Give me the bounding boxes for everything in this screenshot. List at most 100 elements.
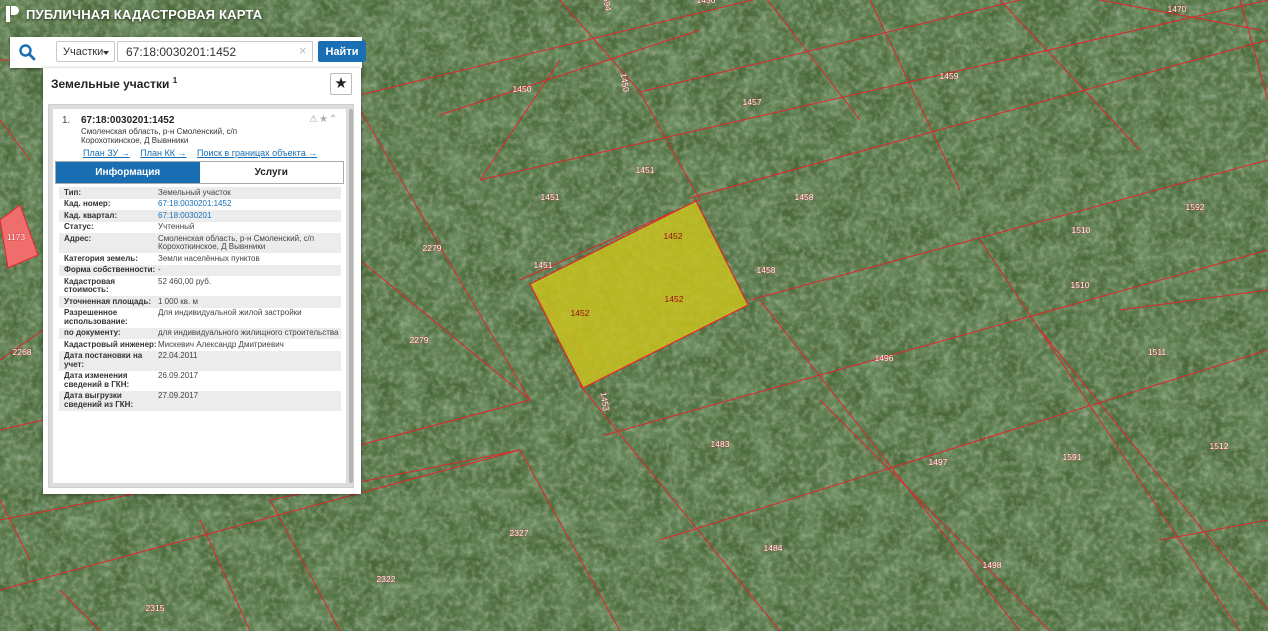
attribute-value: - <box>158 265 161 274</box>
attribute-value: Мискевич Александр Дмитриевич <box>158 339 284 349</box>
tab-services[interactable]: Услуги <box>199 162 343 183</box>
panel-title: Земельные участки 1 <box>51 76 177 91</box>
attribute-table: Тип: Земельный участок Кад. номер: 67:18:00… <box>59 187 341 411</box>
parcel-label: 1497 <box>929 457 948 467</box>
attribute-key: Дата постановки на учет: <box>64 351 143 369</box>
results-count: 1 <box>172 76 178 85</box>
parcel-label: 1451 <box>541 192 560 202</box>
attribute-row: Разрешенное использование: Для индивидуал… <box>59 308 341 328</box>
attribute-value: 52 460,00 руб. <box>158 276 212 286</box>
attribute-value: 22.04.2011 <box>158 351 198 360</box>
attribute-key: Уточненная площадь: <box>64 296 152 306</box>
parcel-label: 1450 <box>513 84 532 94</box>
parcel-label: 1457 <box>743 97 762 107</box>
attribute-value: Земли населённых пунктов <box>158 253 260 263</box>
result-action-icons[interactable]: ⚠★⌃ <box>309 114 338 125</box>
results-list: 1. 67:18:0030201:1452 Смоленская область… <box>48 104 354 488</box>
parcel-label: 1459 <box>940 71 959 81</box>
attribute-row: по документу: для индивидуального жилищно… <box>59 327 341 339</box>
attribute-key: Дата выгрузки сведений из ГКН: <box>64 391 134 409</box>
bookmark-button[interactable]: ★ <box>330 73 352 95</box>
parcel-label: 1451 <box>534 260 553 270</box>
result-card: 1. 67:18:0030201:1452 Смоленская область… <box>53 109 346 483</box>
parcel-label: 1592 <box>1186 202 1205 212</box>
parcel-label: 1458 <box>795 192 814 202</box>
attribute-value: 26.09.2017 <box>158 371 199 380</box>
plan-kk-link[interactable]: План КК → <box>140 148 186 158</box>
parcel-label: 1456 <box>697 0 716 5</box>
search-in-bounds-link[interactable]: Поиск в границах объекта → <box>197 148 317 158</box>
result-tabs: Информация Услуги <box>55 161 344 184</box>
attribute-value: для индивидуального жилищного строительс… <box>158 328 339 337</box>
attribute-row: Дата постановки на учет: 22.04.2011 <box>59 350 341 371</box>
attribute-row: Уточненная площадь: 1 000 кв. м <box>59 296 341 308</box>
plan-zu-link[interactable]: План ЗУ → <box>83 148 130 158</box>
attribute-key: Форма собственности: <box>64 265 156 274</box>
attribute-key: Тип: <box>64 187 81 197</box>
search-category-value: Участки <box>63 46 104 58</box>
panel-title-text: Земельные участки <box>51 77 170 91</box>
attribute-key: Кадастровый инженер: <box>64 339 157 349</box>
attribute-key: Статус: <box>64 222 94 231</box>
attribute-key: Кад. номер: <box>64 199 111 208</box>
search-category-select[interactable]: Участки <box>56 41 115 62</box>
attribute-key: Кадастровая стоимость: <box>64 276 116 294</box>
find-button[interactable]: Найти <box>318 41 366 62</box>
attribute-key: Кад. квартал: <box>64 210 118 220</box>
attribute-key: Адрес: <box>64 233 92 243</box>
attribute-value: 1 000 кв. м <box>158 296 198 306</box>
attribute-value[interactable]: 67:18:0030201 <box>158 211 341 221</box>
attribute-row: Категория земель: Земли населённых пункто… <box>59 253 341 265</box>
star-icon: ★ <box>334 75 348 92</box>
attribute-value: Для индивидуальной жилой застройки <box>158 308 302 317</box>
parcel-label: 1498 <box>983 560 1002 570</box>
attribute-key: Разрешенное использование: <box>64 308 128 326</box>
pkk-logo-icon <box>6 6 20 22</box>
attribute-row: Дата изменения сведений в ГКН: 26.09.2017 <box>59 371 341 391</box>
attribute-row: Кад. квартал: 67:18:0030201 <box>59 210 341 222</box>
attribute-value[interactable]: 67:18:0030201:1452 <box>158 199 341 209</box>
results-panel: Земельные участки 1 ★ 1. 67:18:0030201:1… <box>43 68 361 494</box>
parcel-label: 1483 <box>711 439 730 449</box>
parcel-label: 1452 <box>664 231 683 241</box>
parcel-label: 1173 <box>7 232 26 242</box>
attribute-value: Смоленская область, р-н Смоленский, с/п … <box>158 233 315 251</box>
search-icon[interactable] <box>18 43 36 61</box>
attribute-row: Кадастровый инженер: Мискевич Александр Д… <box>59 339 341 351</box>
parcel-label: 1470 <box>1168 4 1187 14</box>
attribute-key: Дата изменения сведений в ГКН: <box>64 371 130 389</box>
parcel-label: 2268 <box>13 347 32 357</box>
result-address: Смоленская область, р-н Смоленский, с/п … <box>81 127 238 145</box>
parcel-label: 1591 <box>1063 452 1082 462</box>
parcel-label: 1512 <box>1210 441 1229 451</box>
attribute-value: Учтенный <box>158 222 195 231</box>
attribute-value: Земельный участок <box>158 187 231 197</box>
parcel-label: 1510 <box>1071 280 1090 290</box>
result-index: 1. <box>62 115 71 126</box>
parcel-label: 2327 <box>510 528 529 538</box>
parcel-label: 1452 <box>665 294 684 304</box>
clear-icon[interactable]: × <box>299 44 307 58</box>
parcel-label: 1451 <box>636 165 655 175</box>
parcel-label: 2279 <box>423 243 442 253</box>
attribute-row: Кад. номер: 67:18:0030201:1452 <box>59 199 341 211</box>
app-title: ПУБЛИЧНАЯ КАДАСТРОВАЯ КАРТА <box>26 6 263 22</box>
attribute-row: Адрес: Смоленская область, р-н Смоленский… <box>59 233 341 253</box>
result-cad-number[interactable]: 67:18:0030201:1452 <box>81 115 174 126</box>
app-header: ПУБЛИЧНАЯ КАДАСТРОВАЯ КАРТА <box>6 6 262 22</box>
parcel-label: 2322 <box>377 574 396 584</box>
parcel-label: 1510 <box>1072 225 1091 235</box>
tab-info[interactable]: Информация <box>56 162 200 183</box>
parcel-label: 1511 <box>1148 347 1167 357</box>
panel-scrollbar[interactable] <box>349 109 353 483</box>
attribute-row: Тип: Земельный участок <box>59 187 341 199</box>
attribute-key: по документу: <box>64 328 121 337</box>
search-input[interactable] <box>117 41 313 62</box>
attribute-key: Категория земель: <box>64 253 138 263</box>
parcel-label: 2315 <box>146 603 165 613</box>
attribute-row: Дата выгрузки сведений из ГКН: 27.09.2017 <box>59 390 341 411</box>
parcel-label: 1496 <box>875 353 894 363</box>
attribute-row: Кадастровая стоимость: 52 460,00 руб. <box>59 276 341 296</box>
attribute-value: 27.09.2017 <box>158 391 199 400</box>
parcel-label: 1452 <box>571 308 590 318</box>
